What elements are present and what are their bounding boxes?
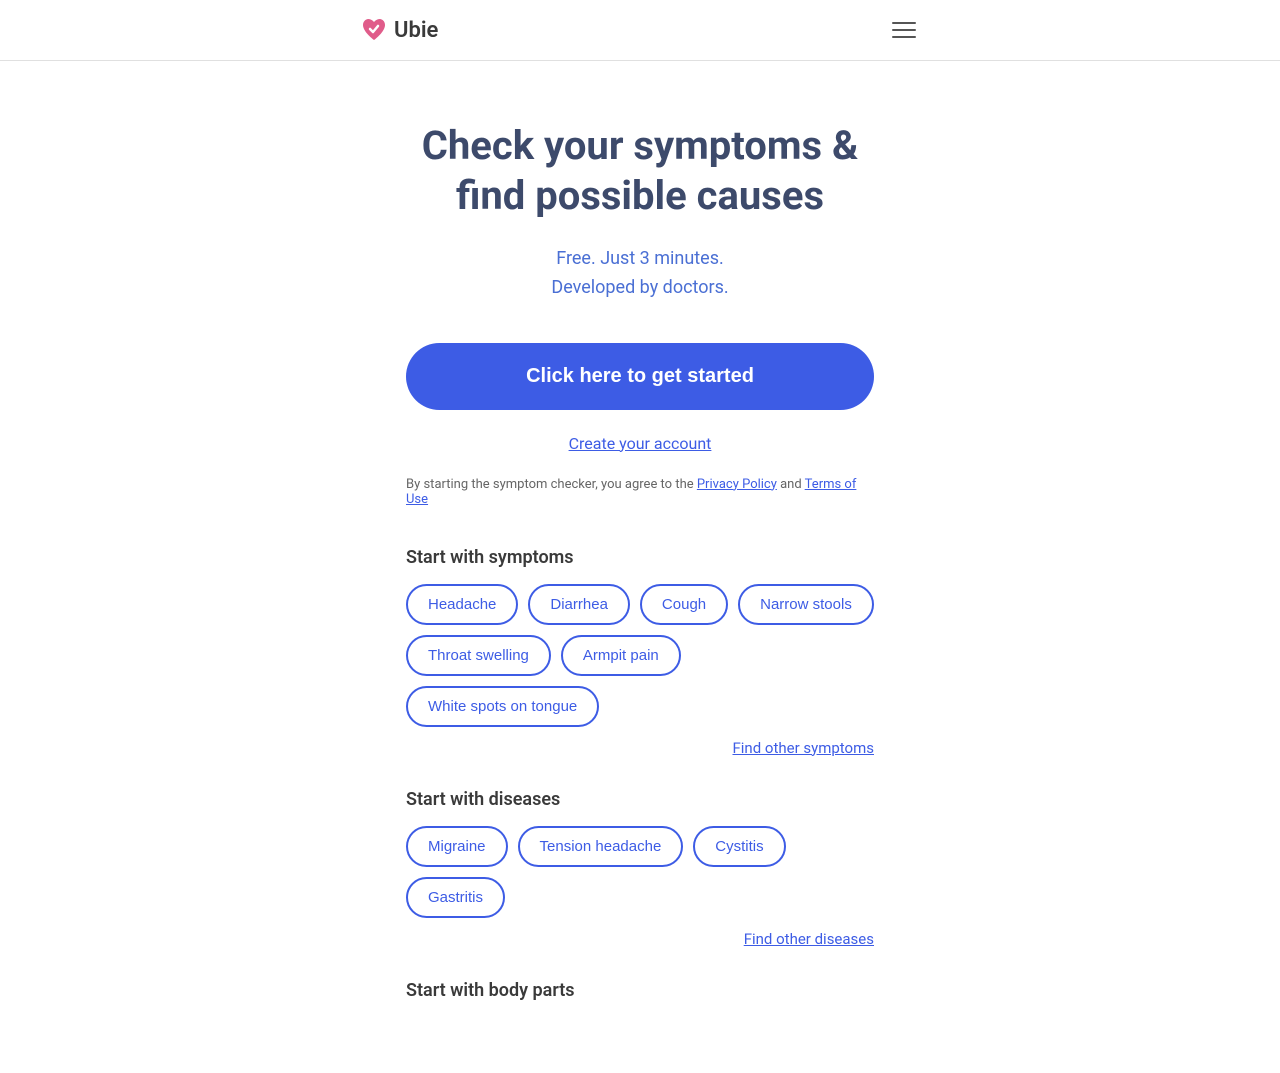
- terms-text: By starting the symptom checker, you agr…: [406, 477, 874, 507]
- disease-tag[interactable]: Cystitis: [693, 826, 785, 867]
- menu-button[interactable]: [888, 18, 920, 42]
- symptom-tag[interactable]: Armpit pain: [561, 635, 681, 676]
- diseases-section: Start with diseases MigraineTension head…: [406, 789, 874, 948]
- hamburger-line-3: [892, 36, 916, 38]
- symptoms-section: Start with symptoms HeadacheDiarrheaCoug…: [406, 547, 874, 757]
- privacy-policy-link[interactable]: Privacy Policy: [697, 477, 777, 492]
- logo-area: Ubie: [360, 16, 438, 44]
- terms-prefix: By starting the symptom checker, you agr…: [406, 477, 697, 492]
- disease-tag[interactable]: Migraine: [406, 826, 508, 867]
- hero-subtitle: Free. Just 3 minutes. Developed by docto…: [380, 245, 900, 303]
- diseases-section-title: Start with diseases: [406, 789, 874, 810]
- symptom-tag[interactable]: Narrow stools: [738, 584, 874, 625]
- hero-subtitle-line2: Developed by doctors.: [551, 277, 728, 298]
- hero-title-line1: Check your symptoms &: [422, 122, 859, 169]
- hamburger-line-2: [892, 29, 916, 31]
- symptom-tag[interactable]: Cough: [640, 584, 728, 625]
- get-started-button[interactable]: Click here to get started: [406, 343, 874, 410]
- symptom-tag[interactable]: Headache: [406, 584, 518, 625]
- logo-icon: [360, 16, 388, 44]
- symptom-tag[interactable]: Throat swelling: [406, 635, 551, 676]
- disease-tag[interactable]: Gastritis: [406, 877, 505, 918]
- diseases-tags-container: MigraineTension headacheCystitis Gastriti…: [406, 826, 874, 918]
- symptoms-section-title: Start with symptoms: [406, 547, 874, 568]
- terms-and: and: [777, 477, 805, 492]
- symptom-tag[interactable]: White spots on tongue: [406, 686, 599, 727]
- hamburger-line-1: [892, 22, 916, 24]
- symptom-tag[interactable]: Diarrhea: [528, 584, 630, 625]
- body-parts-section-title: Start with body parts: [406, 980, 874, 1001]
- find-other-symptoms-link[interactable]: Find other symptoms: [406, 739, 874, 757]
- disease-tag[interactable]: Tension headache: [518, 826, 684, 867]
- create-account-link[interactable]: Create your account: [569, 434, 712, 453]
- main-content: Check your symptoms & find possible caus…: [360, 61, 920, 1073]
- find-other-diseases-link[interactable]: Find other diseases: [406, 930, 874, 948]
- symptoms-tags-container: HeadacheDiarrheaCoughNarrow stools Throat…: [406, 584, 874, 727]
- hero-title-line2: find possible causes: [456, 172, 824, 219]
- hero-title: Check your symptoms & find possible caus…: [380, 121, 900, 221]
- hero-subtitle-line1: Free. Just 3 minutes.: [556, 248, 724, 269]
- logo-text: Ubie: [394, 18, 438, 43]
- body-parts-section: Start with body parts: [406, 980, 874, 1001]
- header: Ubie: [0, 0, 1280, 61]
